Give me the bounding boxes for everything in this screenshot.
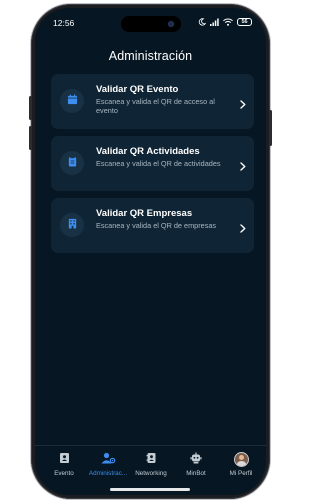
validate-companies-qr-card[interactable]: Validar QR Empresas Escanea y valida el … — [51, 198, 254, 253]
wifi-icon — [223, 18, 233, 26]
chevron-right-icon — [240, 158, 246, 176]
status-time: 12:56 — [53, 18, 75, 28]
validate-event-qr-card[interactable]: Validar QR Evento Escanea y valida el QR… — [51, 74, 254, 129]
card-icon-container — [60, 213, 84, 237]
nav-item-administracion[interactable]: Administrac... — [85, 452, 131, 477]
contacts-icon — [146, 451, 157, 469]
front-camera-icon — [168, 21, 174, 27]
volume-down-button — [29, 126, 32, 150]
admin-user-icon — [101, 451, 116, 469]
validate-activities-qr-card[interactable]: Validar QR Actividades Escanea y valida … — [51, 136, 254, 191]
home-indicator — [110, 488, 190, 491]
card-description: Escanea y valida el QR de empresas — [96, 221, 217, 230]
chevron-right-icon — [240, 96, 246, 114]
nav-item-evento[interactable]: Evento — [41, 452, 87, 477]
signal-icon — [210, 18, 219, 26]
nav-label: Administrac... — [88, 470, 128, 477]
badge-icon — [59, 451, 70, 469]
nav-label: Networking — [135, 470, 167, 477]
card-title: Validar QR Empresas — [96, 208, 193, 219]
building-icon — [67, 216, 78, 234]
bottom-nav: Evento Administrac... Networking MinBot … — [35, 445, 266, 495]
dynamic-island — [121, 16, 181, 32]
clipboard-icon — [67, 154, 78, 172]
moon-icon — [198, 18, 206, 26]
card-title: Validar QR Evento — [96, 84, 179, 95]
card-icon-container — [60, 151, 84, 175]
robot-icon — [190, 451, 202, 469]
nav-item-networking[interactable]: Networking — [128, 452, 174, 477]
card-description: Escanea y valida el QR de actividades — [96, 159, 221, 168]
admin-options-list: Validar QR Evento Escanea y valida el QR… — [51, 74, 254, 260]
nav-item-minbot[interactable]: MinBot — [173, 452, 219, 477]
nav-label: Mi Perfil — [229, 470, 253, 477]
card-description: Escanea y valida el QR de acceso al even… — [96, 97, 215, 115]
battery-icon: 56 — [237, 18, 252, 26]
chevron-right-icon — [240, 220, 246, 238]
page-title: Administración — [108, 49, 193, 63]
nav-label: Evento — [54, 470, 74, 477]
power-button — [269, 110, 272, 146]
card-icon-container — [60, 89, 84, 113]
volume-up-button — [29, 96, 32, 120]
nav-label: MinBot — [186, 470, 206, 477]
app-screen: 12:56 56 Administración Validar QR Event… — [35, 8, 266, 495]
status-bar: 12:56 56 — [35, 8, 266, 38]
card-title: Validar QR Actividades — [96, 146, 200, 157]
nav-item-mi-perfil[interactable]: Mi Perfil — [218, 452, 264, 477]
status-icons: 56 — [198, 18, 252, 26]
calendar-icon — [67, 92, 78, 110]
avatar — [234, 453, 248, 466]
